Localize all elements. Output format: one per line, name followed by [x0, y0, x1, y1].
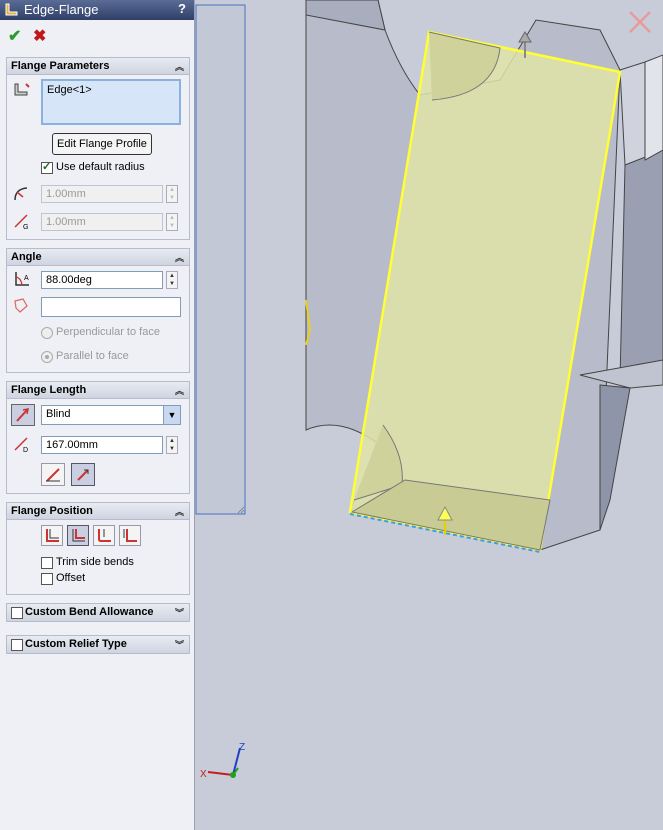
flange-parameters-header[interactable]: Flange Parameters ︽: [7, 58, 189, 75]
edge-selection-icon: [14, 83, 30, 96]
collapse-up-icon[interactable]: ︽: [175, 60, 184, 73]
svg-text:A: A: [24, 275, 29, 282]
ok-button[interactable]: ✔: [8, 26, 21, 46]
bend-radius-icon: [14, 187, 28, 201]
use-default-radius-checkbox[interactable]: [41, 160, 53, 174]
parallel-to-face-label: Parallel to face: [56, 350, 129, 362]
collapse-up-icon[interactable]: ︽: [175, 505, 184, 518]
edge-flange-icon: [5, 3, 18, 16]
flange-angle-field[interactable]: 88.00deg: [41, 271, 163, 289]
outer-virtual-sharp-button[interactable]: [41, 463, 65, 486]
edge-list-item[interactable]: Edge<1>: [47, 84, 92, 96]
offset-checkbox[interactable]: [41, 573, 53, 585]
material-outside-button[interactable]: [67, 525, 89, 546]
flange-length-header[interactable]: Flange Length ︽: [7, 382, 189, 399]
use-default-radius-label: Use default radius: [56, 161, 145, 173]
custom-bend-allowance-checkbox[interactable]: [11, 607, 23, 619]
outer-virtual-sharp-icon: [46, 468, 60, 482]
triad-origin: [230, 772, 236, 778]
custom-bend-allowance-group[interactable]: Custom Bend Allowance ︾: [6, 603, 190, 622]
triad-x-label: X: [200, 769, 207, 780]
edge-list-box[interactable]: Edge<1>: [41, 79, 181, 125]
custom-relief-type-checkbox[interactable]: [11, 639, 23, 651]
help-button[interactable]: ?: [178, 1, 186, 16]
collapse-up-icon[interactable]: ︽: [175, 384, 184, 397]
perpendicular-to-face-radio[interactable]: [41, 327, 53, 339]
selection-box-outline: [195, 4, 246, 515]
part-edge-face: [644, 54, 663, 161]
reverse-direction-icon: [16, 408, 29, 422]
bend-outside-icon: [98, 529, 111, 542]
triad-z-label: Z: [239, 742, 245, 753]
expand-down-icon[interactable]: ︾: [175, 606, 184, 619]
bend-from-virtual-sharp-button[interactable]: [119, 525, 141, 546]
bend-outside-button[interactable]: [93, 525, 115, 546]
bend-radius-spinner[interactable]: ▲ ▼: [166, 185, 178, 203]
gap-distance-field[interactable]: 1.00mm: [41, 213, 163, 231]
offset-label: Offset: [56, 572, 86, 584]
length-icon: D: [14, 437, 28, 453]
panel-title: Edge-Flange: [24, 2, 99, 17]
flange-length-spinner[interactable]: ▲ ▼: [166, 436, 178, 454]
panel-title-bar: Edge-Flange ?: [0, 0, 194, 20]
material-inside-button[interactable]: [41, 525, 63, 546]
collapse-up-icon[interactable]: ︽: [175, 251, 184, 264]
expand-down-icon[interactable]: ︾: [175, 638, 184, 651]
inner-virtual-sharp-button[interactable]: [71, 463, 95, 486]
gap-distance-spinner[interactable]: ▲ ▼: [166, 213, 178, 231]
bend-from-virtual-sharp-icon: [123, 529, 137, 542]
part-side-face-middle: [619, 149, 663, 381]
reverse-direction-button[interactable]: [11, 404, 35, 426]
property-manager: Edge-Flange ? ✔ ✖ Flange Parameters ︽ Ed…: [0, 0, 195, 830]
custom-relief-type-group[interactable]: Custom Relief Type ︾: [6, 635, 190, 654]
flange-position-header[interactable]: Flange Position ︽: [7, 503, 189, 520]
svg-text:D: D: [23, 447, 28, 453]
flange-length-field[interactable]: 167.00mm: [41, 436, 163, 454]
reference-face-icon: [14, 298, 28, 313]
gap-distance-icon: G: [14, 214, 28, 230]
svg-text:G: G: [23, 224, 28, 230]
reference-face-field[interactable]: [41, 297, 181, 317]
trim-side-bends-checkbox[interactable]: [41, 557, 53, 569]
perpendicular-to-face-label: Perpendicular to face: [56, 326, 160, 338]
bend-radius-field[interactable]: 1.00mm: [41, 185, 163, 203]
dropdown-arrow-icon[interactable]: ▼: [163, 406, 180, 424]
flange-angle-icon: A: [15, 272, 29, 286]
edit-flange-profile-button[interactable]: Edit Flange Profile: [52, 133, 152, 155]
cancel-button[interactable]: ✖: [33, 26, 46, 46]
flange-angle-spinner[interactable]: ▲ ▼: [166, 271, 178, 289]
trim-side-bends-label: Trim side bends: [56, 556, 134, 568]
angle-header[interactable]: Angle ︽: [7, 249, 189, 266]
material-inside-icon: [46, 529, 59, 542]
material-outside-icon: [72, 529, 85, 542]
custom-bend-allowance-header: Custom Bend Allowance: [25, 606, 154, 618]
custom-relief-type-header: Custom Relief Type: [25, 638, 127, 650]
end-condition-value: Blind: [46, 408, 71, 420]
part-side-face-top: [619, 61, 646, 166]
flange-position-group: Flange Position ︽: [6, 502, 190, 595]
graphics-area[interactable]: Z X: [195, 0, 663, 830]
inner-virtual-sharp-icon: [77, 469, 89, 481]
parallel-to-face-radio[interactable]: [41, 351, 53, 363]
end-condition-select[interactable]: Blind ▼: [41, 405, 181, 425]
